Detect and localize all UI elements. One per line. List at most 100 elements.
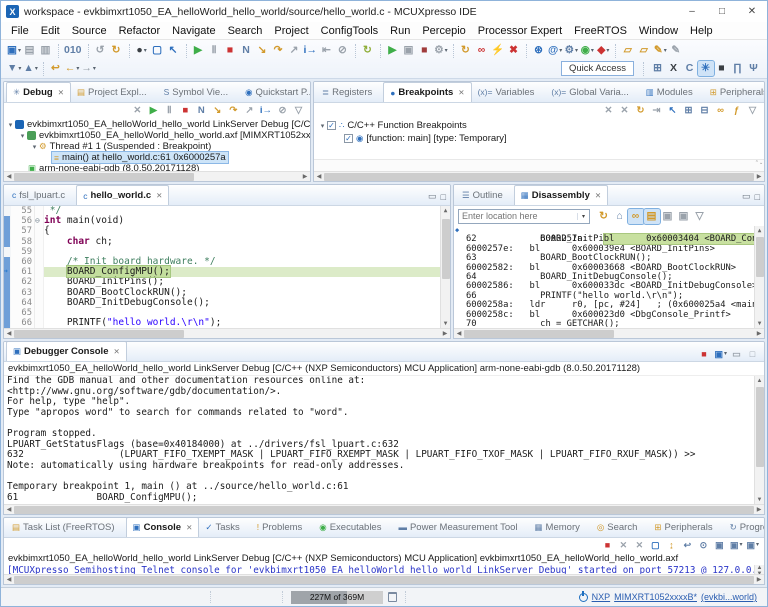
tab-progress[interactable]: ↻Progress [724,518,764,537]
console-vscrollbar[interactable]: ▲ ▼ [754,565,764,574]
disassembly-current-row[interactable]: ◆6000257a: bl 0x60003404 <BOARD_ConfigMP… [454,226,754,235]
develop-perspective-button[interactable]: X [666,61,682,76]
tab-symbol-viewer[interactable]: SSymbol Vie... [158,82,239,102]
next-annotation-button[interactable]: ▼▾ [6,61,22,76]
code-editor[interactable]: → 5556 5758 5960 6162 6364 6566 ⊖ */ [4,206,450,328]
menu-item[interactable]: FreeRTOS [568,24,633,38]
disassembly-row[interactable]: 70 ch = GETCHAR(); [454,320,754,328]
word-wrap-button[interactable]: ↩ [681,539,695,551]
show-supported-breakpoints-button[interactable]: ↻ [634,104,648,117]
quick-access-button[interactable]: Quick Access [561,61,634,76]
tab-memory[interactable]: ▦Memory [529,518,591,537]
refresh-button[interactable]: ↻ [360,43,376,58]
terminate-button[interactable]: ■ [223,43,239,58]
tab-executables[interactable]: ◉Executables [313,518,392,537]
close-tab-icon[interactable]: ✕ [58,88,64,97]
code-line[interactable]: int main(void) [44,216,440,226]
resume-button[interactable]: ▶ [191,43,207,58]
menu-item[interactable]: Refactor [113,24,167,38]
minimize-window-button[interactable]: – [677,1,707,22]
tab-global-variables[interactable]: (x)=Global Varia... [545,82,639,102]
open-perspective-button[interactable]: ⊞ [650,61,666,76]
view-menu-button[interactable]: ▽ [746,104,760,117]
terminate-button[interactable]: ■ [697,348,711,360]
status-link-project[interactable]: (evkbi...world) [701,592,757,602]
display-selected-console-button[interactable]: ▣▾ [729,539,744,551]
build-button[interactable]: 010 [63,43,84,58]
remove-all-launches-button[interactable]: ✕ [633,539,647,551]
add-function-breakpoint-button[interactable]: ƒ [730,104,744,117]
step-filters-button[interactable]: ⊘ [276,104,290,117]
scroll-lock-button[interactable]: ↨ [665,539,679,551]
tab-outline[interactable]: ☰Outline [456,185,514,205]
close-tab-icon[interactable]: ✕ [595,191,601,200]
minimize-view-icon[interactable]: ▭ [742,191,751,202]
garbage-collect-icon[interactable] [388,592,397,602]
gdb-console-vscrollbar[interactable]: ▲ ▼ [754,376,764,504]
console-hscrollbar[interactable]: ◀ ▶ [4,574,764,584]
remove-breakpoint-button[interactable]: ✕ [602,104,616,117]
menu-item[interactable]: Run [384,24,416,38]
code-line[interactable]: char ch; [44,237,440,247]
link-with-context-button[interactable]: ∞ [628,209,644,224]
maximize-view-icon[interactable]: □ [755,192,760,202]
refresh-view-button[interactable]: ↻ [596,209,612,224]
editor-vscrollbar[interactable]: ▲ ▼ [440,206,450,328]
tab-tasks[interactable]: ✓Tasks [199,518,250,537]
debug-perspective-button[interactable]: ✳ [698,61,714,76]
location-input[interactable] [459,211,577,221]
maximize-window-button[interactable]: □ [707,1,737,22]
go-to-file-button[interactable]: ⇥ [650,104,664,117]
menu-item[interactable]: File [5,24,35,38]
status-link-nxp[interactable]: NXP [592,592,611,602]
gdb-console-output[interactable]: Find the GDB manual and other documentat… [4,376,754,504]
peripherals-tool-button[interactable]: ◆▾ [595,43,611,58]
debug-launch-node[interactable]: ▾ evkbimxrt1050_EA_helloWorld_hello_worl… [4,119,310,130]
expand-all-button[interactable]: ⊞ [682,104,696,117]
menu-item[interactable]: Navigate [166,24,221,38]
tab-modules[interactable]: ▥Modules [640,82,704,102]
menu-item[interactable]: Window [633,24,684,38]
save-button[interactable]: ▤ [22,43,38,58]
forward-button[interactable]: →▾ [80,61,97,76]
new-wizard-button[interactable]: ▣▾ [6,43,22,58]
code-line[interactable]: PRINTF("hello world.\r\n"); [44,318,440,328]
tab-hello-world[interactable]: chello_world.c✕ [76,185,169,205]
menu-item[interactable]: Project [268,24,314,38]
skip-all-breakpoints-button[interactable]: ↖ [666,104,680,117]
sdk-shell-button[interactable]: ▢ [150,43,166,58]
status-link-part[interactable]: MIMXRT1052xxxxB* [614,592,697,602]
line-number-ruler[interactable]: 5556 5758 5960 6162 6364 6566 [11,206,35,328]
pins-tool-button[interactable]: ⚙▾ [563,43,579,58]
clear-console-button[interactable]: ▢ [649,539,663,551]
breakpoint-row[interactable]: ✓ ◉ [function: main] [type: Temporary] [314,132,764,145]
pointer-mode-button[interactable]: ↖ [166,43,182,58]
previous-annotation-button[interactable]: ▲▾ [22,61,38,76]
tab-problems[interactable]: !Problems [251,518,314,537]
tab-quickstart[interactable]: ◉Quickstart P... [239,82,310,102]
close-tab-icon[interactable]: ✕ [113,347,119,356]
menu-item[interactable]: Edit [35,24,66,38]
disassembly-body[interactable]: ◆6000257a: bl 0x60003404 <BOARD_ConfigMP… [454,226,764,328]
tab-peripherals[interactable]: ⊞Peripherals [648,518,723,537]
suspend-button[interactable]: Ⅱ [163,104,177,117]
remove-launch-button[interactable]: ✕ [617,539,631,551]
export-button[interactable]: ▱ [636,43,652,58]
undo-button[interactable]: ↺ [93,43,109,58]
open-new-view-button[interactable]: ▣ [660,209,676,224]
reset-button[interactable]: ↻ [458,43,474,58]
breakpoint-group-row[interactable]: ▾ ✓ ∴ C/C++ Function Breakpoints [314,119,764,132]
profile-gear-button[interactable]: ⚙▾ [433,43,449,58]
disconnect-button[interactable]: N [195,104,209,117]
breakpoint-checkbox[interactable]: ✓ [327,121,336,130]
menu-item[interactable]: Percepio [416,24,471,38]
freertos-button[interactable]: ⊛ [531,43,547,58]
tab-disassembly[interactable]: ▦Disassembly✕ [514,185,608,205]
home-button[interactable]: ⌂ [612,209,628,224]
remove-all-terminated-button[interactable]: ✕ [131,104,145,117]
disassembly-hscrollbar[interactable]: ◀ ▶ [454,328,764,338]
device-perspective-button[interactable]: ■ [714,61,730,76]
step-over-button[interactable]: ↷ [271,43,287,58]
menu-item[interactable]: Source [66,24,113,38]
show-source-button[interactable]: ▤ [644,209,660,224]
